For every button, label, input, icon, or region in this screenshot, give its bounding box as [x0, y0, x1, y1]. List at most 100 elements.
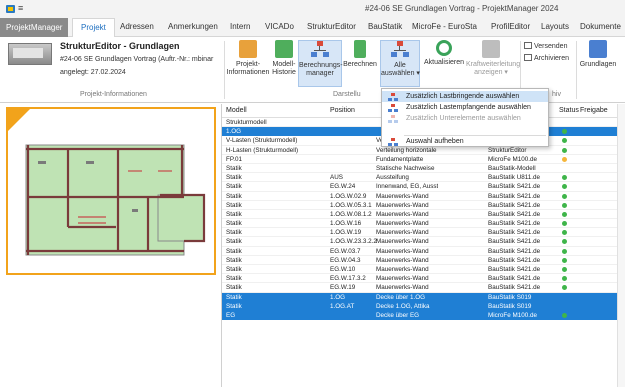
cell-position: AUS	[330, 174, 343, 182]
status-indicator-icon	[562, 129, 567, 135]
cell-bezeichnung: Decke über 1.OG	[376, 293, 425, 301]
status-indicator-icon	[562, 312, 567, 318]
cell-bezeichnung: Mauerwerks-Wand	[376, 201, 429, 209]
table-row[interactable]: Statik EG.W.03.7 Mauerwerks-Wand BauStatik …	[222, 247, 617, 256]
select-dropdown-menu: Zusätzlich Lastbringende auswählen Zusät…	[381, 88, 549, 147]
tab-struktureditor[interactable]: StrukturEditor	[307, 22, 356, 31]
column-header-modell[interactable]: Modell	[226, 107, 247, 114]
archive-icon	[524, 54, 532, 61]
modell-historie-button[interactable]: Modell- Historie	[270, 40, 298, 77]
tab-profileditor[interactable]: ProfilEditor	[491, 22, 530, 31]
status-indicator-icon	[562, 230, 567, 236]
cell-bezeichnung: Mauerwerks-Wand	[376, 192, 429, 200]
tree-icon	[388, 138, 398, 146]
table-row[interactable]: Statik 1.OG.W.08.1.2 Mauerwerks-Wand BauSta…	[222, 210, 617, 220]
table-row[interactable]: Statik 1.OG.W.16 Mauerwerks-Wand BauStatik …	[222, 219, 617, 229]
archivieren-button[interactable]: Archivieren	[524, 54, 569, 62]
cell-modell: Statik	[226, 275, 242, 283]
column-header-position[interactable]: Position	[330, 107, 355, 114]
tab-projektmanager[interactable]: ProjektManager	[0, 18, 68, 37]
table-row[interactable]: Statik 1.OG.W.23.3.2.2 Mauerwerks-Wand BauS…	[222, 237, 617, 247]
berechnen-button[interactable]: Berechnen	[342, 40, 378, 69]
status-indicator-icon	[562, 276, 567, 282]
aktualisieren-button[interactable]: Aktualisieren	[422, 40, 466, 67]
cell-modell: H-Lasten (Strukturmodell)	[226, 146, 299, 154]
versenden-button[interactable]: Versenden	[524, 42, 567, 50]
menu-item-lastbringende[interactable]: Zusätzlich Lastbringende auswählen	[382, 91, 548, 102]
cell-bezeichnung: Mauerwerks-Wand	[376, 220, 429, 228]
project-description: #24-06 SE Grundlagen Vortrag (Auftr.-Nr.…	[60, 56, 214, 63]
cell-modell: 1.OG	[226, 128, 242, 136]
menu-item-lastempfangende[interactable]: Zusätzlich Lastempfangende auswählen	[382, 102, 548, 113]
table-row[interactable]: Statik EG.W.04.3 Mauerwerks-Wand BauStatik …	[222, 256, 617, 265]
kraftweiterleitung-button[interactable]: Kraftweiterleitung anzeigen ▾	[466, 40, 520, 77]
quick-access-menu-icon[interactable]: ≡	[18, 3, 23, 13]
table-row[interactable]: Statik Statische Nachweise BauStatik-Model…	[222, 164, 617, 174]
tab-anmerkungen[interactable]: Anmerkungen	[168, 22, 218, 31]
status-indicator-icon	[562, 257, 567, 263]
cell-programm: MicroFe M100.de	[488, 155, 537, 163]
tab-projekt[interactable]: Projekt	[72, 18, 115, 38]
column-header-status[interactable]: Status	[559, 107, 579, 114]
menu-item-unterelemente[interactable]: Zusätzlich Unterelemente auswählen	[382, 113, 548, 124]
table-row[interactable]: Statik EG.W.17.3.2 Mauerwerks-Wand BauStati…	[222, 274, 617, 284]
cell-position: 1.OG.W.16	[330, 220, 362, 228]
cell-programm: BauStatik S421.de	[488, 275, 541, 283]
cell-programm: BauStatik S421.de	[488, 247, 541, 255]
cell-programm: BauStatik U811.de	[488, 174, 541, 182]
table-row[interactable]: Statik EG.W.19 Mauerwerks-Wand BauStatik S4…	[222, 283, 617, 293]
cell-modell: Statik	[226, 164, 242, 172]
table-row[interactable]: Statik 1.OG.W.19 Mauerwerks-Wand BauStatik …	[222, 228, 617, 238]
model-preview-panel	[0, 104, 222, 387]
grundlagen-button[interactable]: Grundlagen	[578, 40, 618, 69]
table-row[interactable]: Statik 1.OG.W.02.9 Mauerwerks-Wand BauStati…	[222, 192, 617, 201]
status-indicator-icon	[562, 147, 567, 153]
tab-microfe-eurosta[interactable]: MicroFe - EuroSta	[412, 22, 477, 31]
title-bar: ≡ #24-06 SE Grundlagen Vortrag - Projekt…	[0, 0, 625, 18]
table-row[interactable]: Statik 1.OG Decke über 1.OG BauStatik S019	[222, 292, 617, 302]
status-indicator-icon	[562, 138, 567, 144]
floor-plan-preview[interactable]	[6, 107, 216, 275]
app-logo-icon[interactable]	[6, 5, 15, 13]
table-row[interactable]: Statik 1.OG.W.05.3.1 Mauerwerks-Wand BauSta…	[222, 201, 617, 210]
cell-modell: Statik	[226, 220, 242, 228]
project-thumbnail	[8, 43, 52, 65]
table-row[interactable]: Statik EG.W.10 Mauerwerks-Wand BauStatik S4…	[222, 265, 617, 275]
cell-position: 1.OG.W.05.3.1	[330, 201, 372, 209]
alle-auswaehlen-button[interactable]: Alle auswählen ▾	[380, 40, 420, 87]
cell-modell: Statik	[226, 192, 242, 200]
table-row[interactable]: Statik AUS Aussteifung BauStatik U811.de	[222, 173, 617, 183]
status-indicator-icon	[562, 175, 567, 181]
cell-modell: Statik	[226, 201, 242, 209]
tab-dokumente[interactable]: Dokumente	[580, 22, 621, 31]
projekt-informationen-button[interactable]: Projekt- Informationen	[226, 40, 270, 77]
cell-modell: Statik	[226, 293, 242, 301]
model-history-icon	[275, 40, 293, 58]
tree-icon	[388, 104, 398, 112]
tab-layouts[interactable]: Layouts	[541, 22, 569, 31]
right-edge-panel	[617, 104, 625, 387]
cell-position: 1.OG.W.19	[330, 229, 362, 237]
tab-intern[interactable]: Intern	[230, 22, 250, 31]
status-indicator-icon	[562, 156, 567, 162]
status-indicator-icon	[562, 239, 567, 245]
ribbon-tab-row: ProjektManager Projekt Adressen Anmerkun…	[0, 18, 625, 38]
tab-baustatik[interactable]: BauStatik	[368, 22, 402, 31]
status-indicator-icon	[562, 184, 567, 190]
cell-modell: Statik	[226, 256, 242, 264]
calculator-icon	[354, 40, 366, 58]
column-header-freigabe[interactable]: Freigabe	[580, 107, 608, 114]
berechnungsmanager-button[interactable]: Berechnungs- manager	[298, 40, 343, 87]
cell-position: 1.OG.W.02.9	[330, 192, 367, 200]
grid-rows: Strukturmodell 1.OG V-Lasten (Strukturmode…	[222, 118, 617, 321]
table-row[interactable]: Statik 1.OG.AT Decke 1.OG, Attika BauStatik…	[222, 301, 617, 311]
cell-modell: Statik	[226, 183, 242, 191]
project-info-icon	[239, 40, 257, 58]
tab-adressen[interactable]: Adressen	[120, 22, 154, 31]
table-row[interactable]: EG Decke über EG MicroFe M100.de	[222, 310, 617, 321]
tab-vicado[interactable]: VICADo	[265, 22, 294, 31]
table-row[interactable]: Statik EG.W.24 Innenwand, EG, Aussteifung B…	[222, 182, 617, 192]
cell-programm: BauStatik S019	[488, 302, 532, 310]
menu-item-auswahl-aufheben[interactable]: Auswahl aufheben	[382, 136, 548, 147]
table-row[interactable]: FP.01 Fundamentplatte MicroFe M100.de	[222, 155, 617, 164]
